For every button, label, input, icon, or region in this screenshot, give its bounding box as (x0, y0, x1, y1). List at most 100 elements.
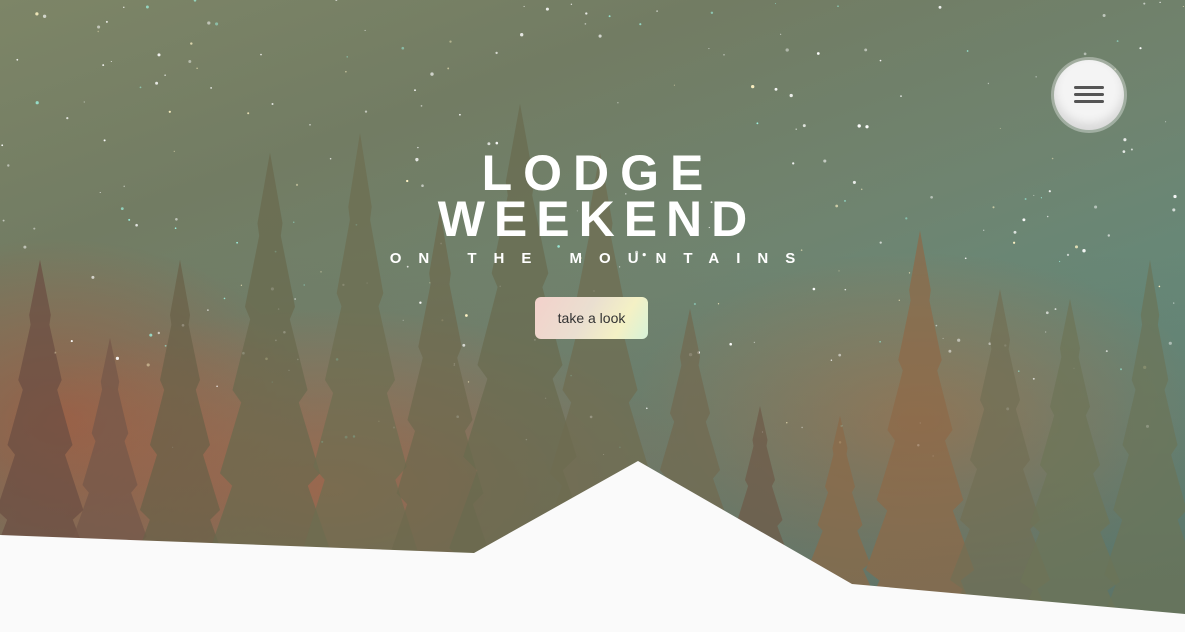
star (462, 343, 466, 347)
star (193, 0, 197, 2)
star (756, 122, 759, 125)
star (429, 282, 431, 284)
star (1168, 341, 1172, 345)
star (802, 124, 806, 128)
star (364, 110, 368, 113)
star (1116, 40, 1119, 43)
star (35, 12, 39, 16)
pine-tree (1097, 250, 1185, 632)
star (260, 53, 262, 56)
star (585, 12, 588, 15)
star (844, 288, 847, 291)
star (115, 356, 120, 361)
star (207, 21, 211, 25)
star (303, 284, 305, 286)
star (247, 112, 250, 115)
star (335, 0, 338, 2)
star (879, 340, 881, 343)
star (157, 53, 161, 57)
star (215, 22, 219, 26)
star (42, 14, 47, 18)
star (1120, 368, 1122, 371)
star (190, 42, 193, 45)
star (216, 385, 218, 388)
star (196, 67, 198, 70)
star (999, 127, 1001, 129)
star (774, 3, 777, 5)
star (646, 407, 648, 410)
star (812, 287, 816, 291)
star (1035, 76, 1037, 78)
hero-section: LODGE WEEKEND ON THE MOUNTAINS take a lo… (0, 0, 1185, 632)
star (1083, 52, 1087, 56)
star (1143, 2, 1146, 5)
star (801, 426, 803, 429)
hero-subtitle: ON THE MOUNTAINS (389, 250, 813, 267)
star (139, 86, 142, 89)
star (495, 141, 499, 145)
star (570, 3, 573, 5)
star (420, 105, 423, 107)
star (320, 271, 322, 273)
star (495, 51, 498, 55)
star (157, 331, 161, 335)
star (717, 303, 720, 305)
take-a-look-button[interactable]: take a look (535, 297, 648, 339)
star (1045, 311, 1049, 315)
star (97, 30, 99, 33)
star (545, 7, 549, 11)
star (786, 422, 788, 424)
star (966, 50, 969, 52)
star (780, 33, 782, 35)
star (240, 284, 243, 286)
star (345, 71, 347, 73)
star (957, 338, 961, 342)
star (816, 52, 820, 55)
star (294, 298, 296, 300)
star (467, 381, 470, 383)
star (864, 48, 868, 52)
star (459, 113, 461, 116)
star (1018, 370, 1020, 372)
star (656, 10, 658, 12)
star (66, 117, 69, 120)
star (145, 5, 149, 9)
star (91, 275, 95, 279)
star (608, 15, 611, 18)
star (346, 56, 348, 58)
star (223, 297, 226, 300)
star (102, 64, 105, 67)
star (900, 95, 902, 98)
star (164, 74, 166, 76)
hero-title-block: LODGE WEEKEND ON THE MOUNTAINS (0, 148, 1185, 268)
star (774, 87, 778, 91)
star (83, 101, 85, 103)
star (430, 72, 434, 76)
star (795, 128, 797, 130)
star (149, 333, 153, 337)
star (164, 344, 167, 347)
star (785, 48, 789, 52)
star (617, 102, 619, 104)
star (857, 124, 861, 128)
star (879, 59, 882, 62)
star (210, 87, 212, 89)
star (402, 319, 404, 321)
menu-button[interactable] (1054, 60, 1124, 130)
star (1102, 14, 1106, 17)
star (753, 341, 756, 344)
star (1182, 5, 1184, 8)
star (103, 139, 106, 142)
star (1045, 331, 1047, 333)
star (865, 125, 869, 129)
star (598, 34, 602, 38)
star (1105, 350, 1108, 353)
star (97, 25, 101, 29)
star (639, 23, 642, 26)
star (938, 5, 942, 9)
star (168, 110, 171, 113)
star (1, 144, 4, 147)
star (309, 123, 311, 126)
star (419, 301, 422, 304)
star (723, 54, 725, 56)
